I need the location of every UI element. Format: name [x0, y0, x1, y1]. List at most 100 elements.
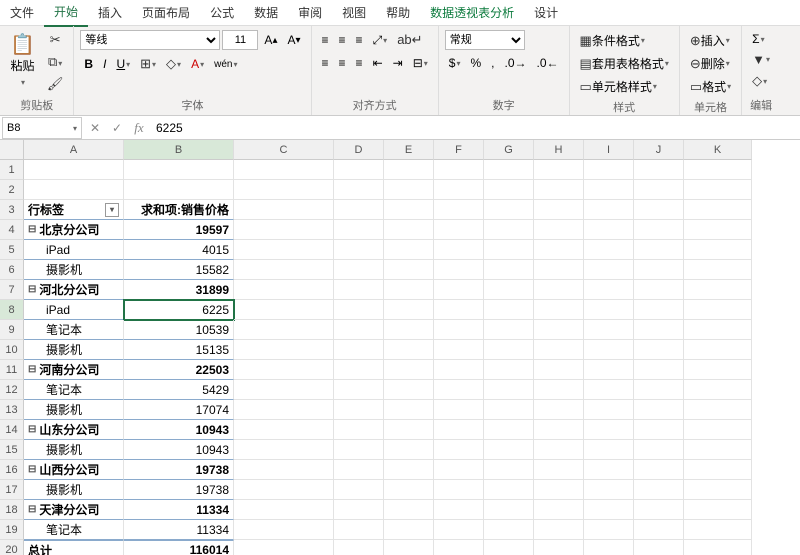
border-button[interactable]: ⊞ — [136, 54, 160, 74]
cell-H11[interactable] — [534, 360, 584, 380]
cell-E3[interactable] — [384, 200, 434, 220]
cell-K15[interactable] — [684, 440, 752, 460]
cell-H1[interactable] — [534, 160, 584, 180]
cell-I19[interactable] — [584, 520, 634, 540]
cell-C20[interactable] — [234, 540, 334, 555]
collapse-icon[interactable]: ⊟ — [28, 224, 36, 235]
font-color-button[interactable]: A — [187, 55, 208, 73]
row-header[interactable]: 4 — [0, 220, 24, 240]
cell-G14[interactable] — [484, 420, 534, 440]
cell-D1[interactable] — [334, 160, 384, 180]
wrap-text-button[interactable]: ab↵ — [393, 30, 426, 50]
cell-E16[interactable] — [384, 460, 434, 480]
cell-F1[interactable] — [434, 160, 484, 180]
cell-E8[interactable] — [384, 300, 434, 320]
align-right-button[interactable]: ≡ — [352, 54, 367, 72]
cell-I7[interactable] — [584, 280, 634, 300]
clear-button[interactable]: ◇ — [748, 71, 771, 91]
cell-A17[interactable]: 摄影机 — [24, 480, 124, 500]
cell-J10[interactable] — [634, 340, 684, 360]
cell-D9[interactable] — [334, 320, 384, 340]
collapse-icon[interactable]: ⊟ — [28, 284, 36, 295]
cell-J2[interactable] — [634, 180, 684, 200]
row-header[interactable]: 9 — [0, 320, 24, 340]
cell-J12[interactable] — [634, 380, 684, 400]
cell-E2[interactable] — [384, 180, 434, 200]
cell-F7[interactable] — [434, 280, 484, 300]
cell-F4[interactable] — [434, 220, 484, 240]
cell-B16[interactable]: 19738 — [124, 460, 234, 480]
cell-I2[interactable] — [584, 180, 634, 200]
cell-B5[interactable]: 4015 — [124, 240, 234, 260]
align-left-button[interactable]: ≡ — [318, 54, 333, 72]
cell-B1[interactable] — [124, 160, 234, 180]
align-top-button[interactable]: ≡ — [318, 31, 333, 49]
cell-A9[interactable]: 笔记本 — [24, 320, 124, 340]
paste-button[interactable]: 📋 粘贴 — [6, 30, 39, 90]
cell-G7[interactable] — [484, 280, 534, 300]
cell-G9[interactable] — [484, 320, 534, 340]
cell-F19[interactable] — [434, 520, 484, 540]
cell-A15[interactable]: 摄影机 — [24, 440, 124, 460]
cell-C12[interactable] — [234, 380, 334, 400]
cell-C13[interactable] — [234, 400, 334, 420]
cell-D17[interactable] — [334, 480, 384, 500]
cell-I11[interactable] — [584, 360, 634, 380]
cell-C16[interactable] — [234, 460, 334, 480]
format-cells-button[interactable]: ▭ 格式 — [686, 76, 735, 97]
cell-I15[interactable] — [584, 440, 634, 460]
cell-G20[interactable] — [484, 540, 534, 555]
cell-H19[interactable] — [534, 520, 584, 540]
cell-G1[interactable] — [484, 160, 534, 180]
cell-I5[interactable] — [584, 240, 634, 260]
cell-C11[interactable] — [234, 360, 334, 380]
column-header-I[interactable]: I — [584, 140, 634, 160]
row-header[interactable]: 1 — [0, 160, 24, 180]
menu-item-5[interactable]: 数据 — [244, 0, 288, 26]
cell-K7[interactable] — [684, 280, 752, 300]
cell-I18[interactable] — [584, 500, 634, 520]
cell-G12[interactable] — [484, 380, 534, 400]
cell-H14[interactable] — [534, 420, 584, 440]
cell-C2[interactable] — [234, 180, 334, 200]
cell-A5[interactable]: iPad — [24, 240, 124, 260]
cell-A7[interactable]: ⊟河北分公司 — [24, 280, 124, 300]
cell-D10[interactable] — [334, 340, 384, 360]
cell-G6[interactable] — [484, 260, 534, 280]
cell-G2[interactable] — [484, 180, 534, 200]
cell-K16[interactable] — [684, 460, 752, 480]
cell-A18[interactable]: ⊟天津分公司 — [24, 500, 124, 520]
row-header[interactable]: 12 — [0, 380, 24, 400]
cell-J18[interactable] — [634, 500, 684, 520]
cell-A14[interactable]: ⊟山东分公司 — [24, 420, 124, 440]
cell-B8[interactable]: 6225 — [124, 300, 234, 320]
collapse-icon[interactable]: ⊟ — [28, 464, 36, 475]
cell-F14[interactable] — [434, 420, 484, 440]
menu-item-2[interactable]: 插入 — [88, 0, 132, 26]
cell-H13[interactable] — [534, 400, 584, 420]
cell-F18[interactable] — [434, 500, 484, 520]
cell-B18[interactable]: 11334 — [124, 500, 234, 520]
collapse-icon[interactable]: ⊟ — [28, 364, 36, 375]
cell-F15[interactable] — [434, 440, 484, 460]
cell-F2[interactable] — [434, 180, 484, 200]
indent-left-button[interactable]: ⇤ — [369, 54, 387, 72]
cell-A12[interactable]: 笔记本 — [24, 380, 124, 400]
collapse-icon[interactable]: ⊟ — [28, 424, 36, 435]
cell-K1[interactable] — [684, 160, 752, 180]
menu-item-4[interactable]: 公式 — [200, 0, 244, 26]
cell-B17[interactable]: 19738 — [124, 480, 234, 500]
cell-K19[interactable] — [684, 520, 752, 540]
cell-I4[interactable] — [584, 220, 634, 240]
cell-K11[interactable] — [684, 360, 752, 380]
cell-J20[interactable] — [634, 540, 684, 555]
row-header[interactable]: 6 — [0, 260, 24, 280]
cell-I10[interactable] — [584, 340, 634, 360]
cell-K2[interactable] — [684, 180, 752, 200]
cell-E15[interactable] — [384, 440, 434, 460]
cell-E6[interactable] — [384, 260, 434, 280]
cell-I6[interactable] — [584, 260, 634, 280]
cell-F16[interactable] — [434, 460, 484, 480]
cell-K17[interactable] — [684, 480, 752, 500]
cell-B20[interactable]: 116014 — [124, 540, 234, 555]
